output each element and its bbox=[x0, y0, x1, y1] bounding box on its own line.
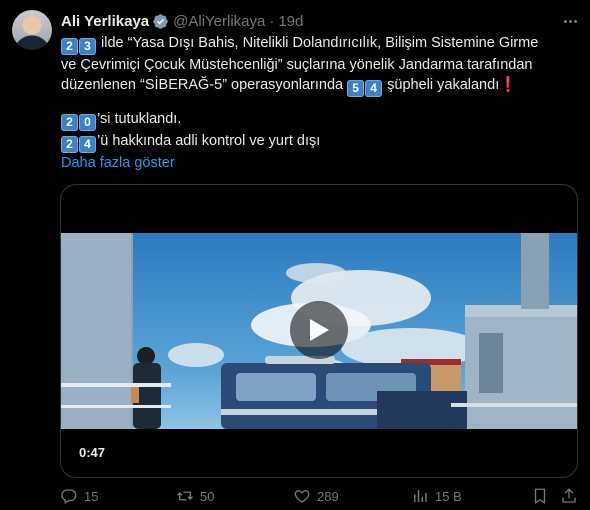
reply-count: 15 bbox=[84, 488, 99, 504]
tweet-line-4-text: ’si tutuklandı. bbox=[97, 111, 182, 127]
more-options-icon[interactable] bbox=[560, 12, 580, 30]
video-player[interactable]: 0:47 bbox=[60, 184, 578, 478]
video-duration: 0:47 bbox=[79, 445, 106, 460]
views-count: 15 B bbox=[435, 488, 462, 504]
author-avatar[interactable] bbox=[12, 10, 52, 50]
show-more-link[interactable]: Daha fazla göster bbox=[61, 155, 175, 171]
tweet-line-5-text: ’ü hakkında adli kontrol ve yurt dışı bbox=[97, 133, 321, 149]
author-handle[interactable]: @AliYerlikaya bbox=[173, 13, 265, 30]
repost-button[interactable]: 50 bbox=[176, 487, 214, 505]
author-name[interactable]: Ali Yerlikaya bbox=[61, 13, 149, 30]
tweet-line-1-text: ilde “Yasa Dışı Bahis, Nitelikli Dolandı… bbox=[97, 35, 539, 51]
tweet-header: Ali Yerlikaya @AliYerlikaya · 19d bbox=[61, 11, 303, 31]
keycap-2-icon: 2 bbox=[61, 38, 78, 55]
repost-count: 50 bbox=[200, 488, 215, 504]
keycap-4-icon: 4 bbox=[365, 80, 383, 97]
bookmark-button[interactable] bbox=[531, 487, 549, 505]
tweet-line-3: düzenlenen “SİBERAĞ-5” operasyonlarında … bbox=[61, 75, 581, 97]
tweet-line-2: ve Çevrimiçi Çocuk Müstehcenliği” suçlar… bbox=[61, 57, 533, 73]
separator-dot: · bbox=[269, 12, 275, 30]
tweet-timestamp[interactable]: 19d bbox=[278, 13, 303, 30]
keycap-0-icon: 0 bbox=[79, 114, 96, 131]
tweet-line-1: 23 ilde “Yasa Dışı Bahis, Nitelikli Dola… bbox=[61, 33, 581, 55]
play-icon[interactable] bbox=[290, 301, 348, 359]
exclamation-icon: ❗ bbox=[499, 77, 518, 93]
action-bar: 15 50 289 15 B bbox=[60, 487, 580, 507]
keycap-2-icon: 2 bbox=[61, 136, 78, 153]
like-icon bbox=[294, 490, 310, 503]
keycap-4-icon: 4 bbox=[79, 136, 96, 153]
like-count: 289 bbox=[317, 488, 339, 504]
repost-icon bbox=[177, 491, 193, 501]
tweet-text: 23 ilde “Yasa Dışı Bahis, Nitelikli Dola… bbox=[61, 33, 581, 173]
views-button[interactable]: 15 B bbox=[411, 487, 462, 505]
reply-button[interactable]: 15 bbox=[60, 487, 98, 505]
share-button[interactable] bbox=[560, 487, 578, 505]
share-icon bbox=[562, 488, 576, 503]
tweet-line-5: 2 4’ü hakkında adli kontrol ve yurt dışı bbox=[61, 131, 581, 153]
reply-icon bbox=[61, 489, 77, 504]
tweet-line-3-text-b: şüpheli yakalandı bbox=[383, 77, 500, 93]
verified-badge-icon bbox=[153, 13, 168, 29]
keycap-3-icon: 3 bbox=[79, 38, 96, 55]
tweet-line-4: 2 0’si tutuklandı. bbox=[61, 109, 581, 131]
tweet-line-3-text-a: düzenlenen “SİBERAĞ-5” operasyonlarında bbox=[61, 77, 348, 93]
keycap-2-icon: 2 bbox=[61, 114, 78, 131]
keycap-5-icon: 5 bbox=[347, 80, 365, 97]
bookmark-icon bbox=[534, 488, 546, 505]
views-icon bbox=[414, 490, 427, 502]
like-button[interactable]: 289 bbox=[293, 487, 339, 505]
